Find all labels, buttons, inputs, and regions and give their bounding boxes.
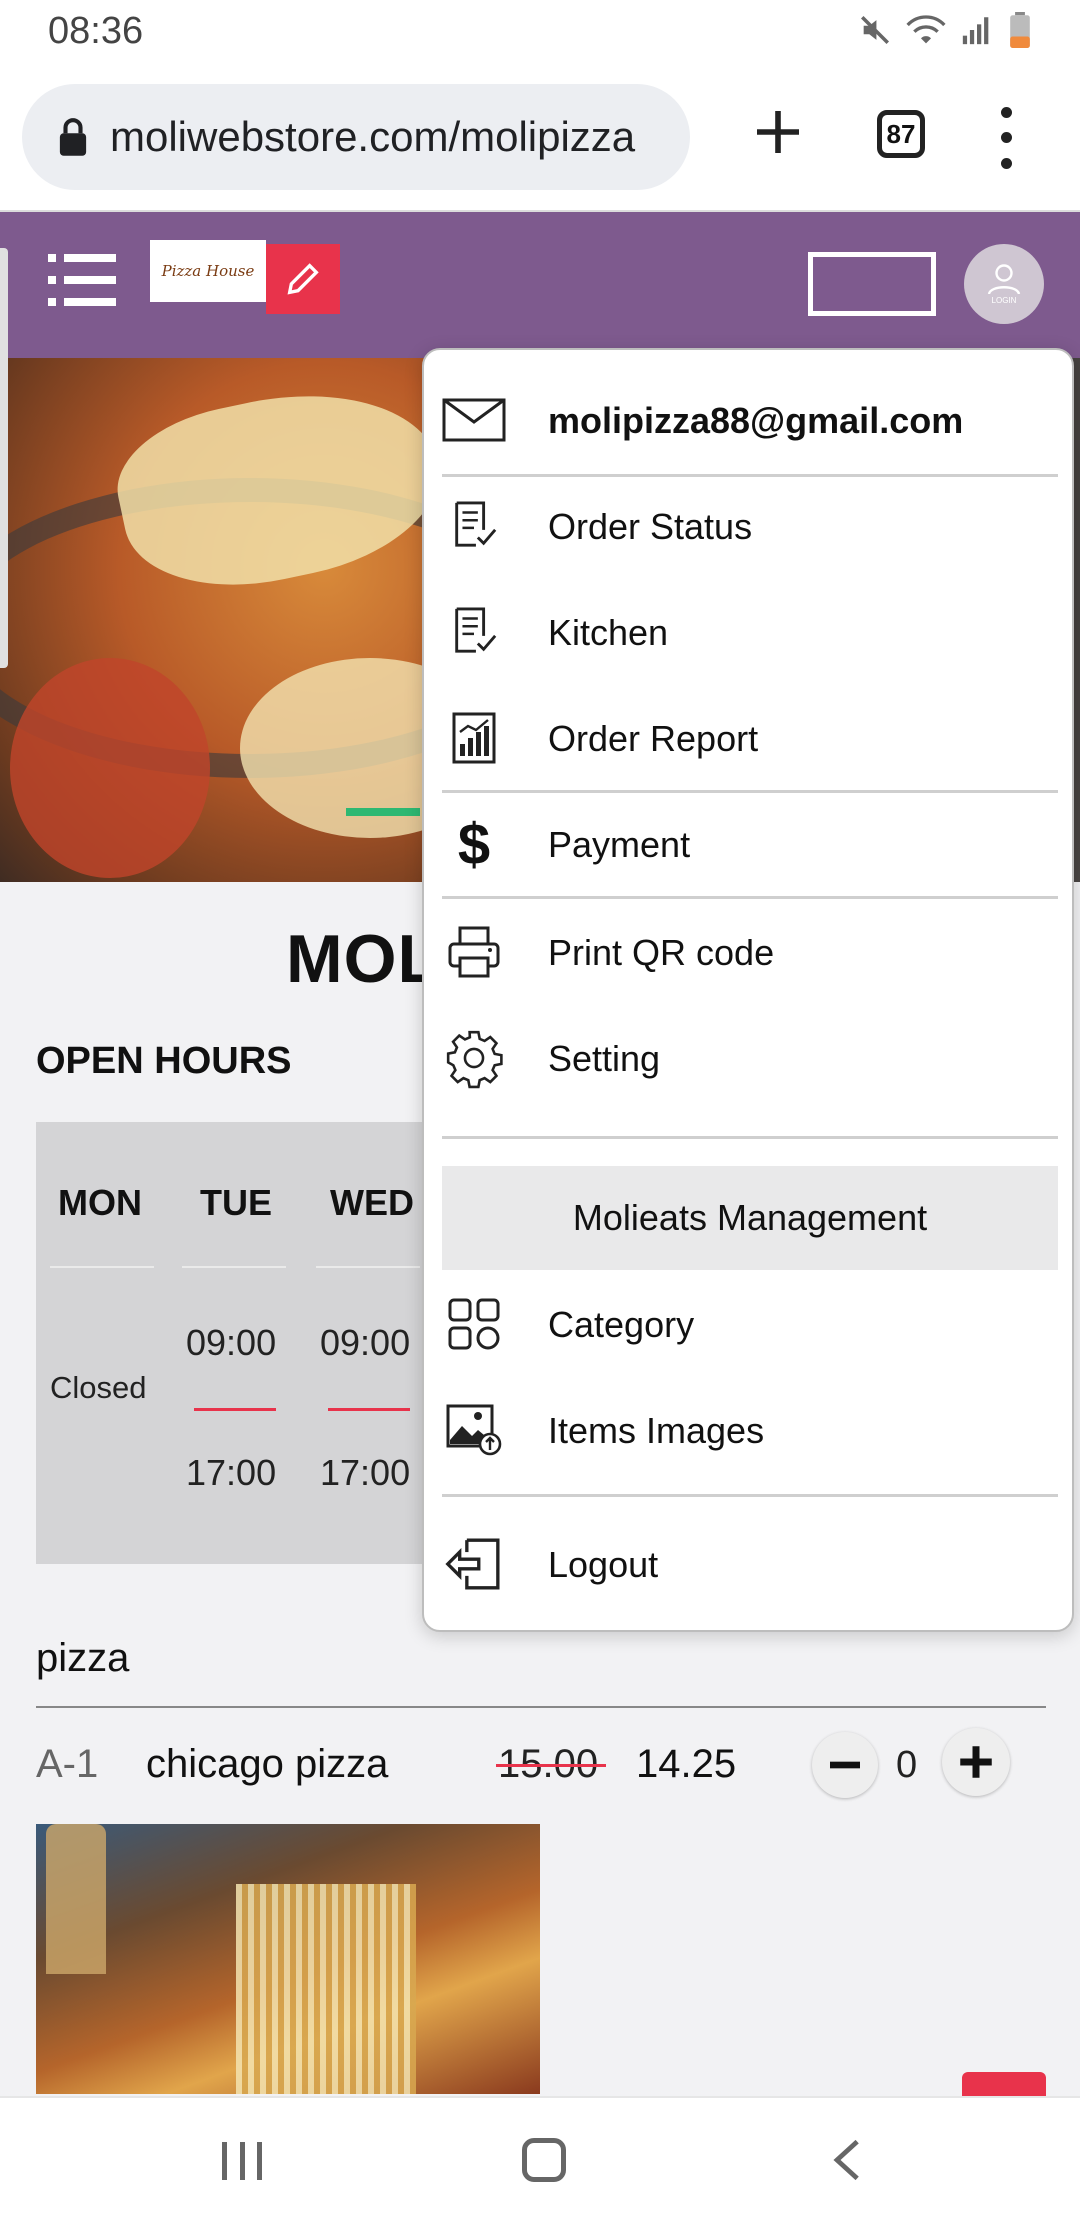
report-chart-icon: [442, 706, 506, 770]
header-outline-button[interactable]: [808, 252, 936, 316]
category-title: pizza: [36, 1636, 130, 1680]
item-image[interactable]: [36, 1824, 540, 2094]
day-header-tue: TUE: [200, 1182, 272, 1223]
menu-item-logout[interactable]: Logout: [424, 1514, 1072, 1614]
quantity-increase-button[interactable]: [942, 1728, 1010, 1796]
tab-switcher-button[interactable]: 87: [877, 110, 925, 158]
hours-mon-closed: Closed: [50, 1370, 147, 1405]
side-drawer-edge[interactable]: [0, 248, 8, 668]
quantity-decrease-button[interactable]: [812, 1732, 878, 1798]
gear-icon: [442, 1026, 506, 1090]
browser-menu-button[interactable]: [990, 100, 1022, 176]
hours-tue-close: 17:00: [186, 1452, 277, 1493]
item-price: 14.25: [636, 1742, 737, 1786]
item-code: A-1: [36, 1742, 99, 1786]
menu-item-category[interactable]: Category: [424, 1274, 1072, 1374]
menu-item-order-status[interactable]: Order Status: [424, 476, 1072, 576]
day-header-mon: MON: [58, 1182, 142, 1223]
store-title: MOL: [286, 921, 441, 997]
status-icons: [858, 12, 1032, 48]
day-header-wed: WED: [330, 1182, 414, 1223]
status-bar: 08:36: [0, 0, 1080, 64]
management-section-header: Molieats Management: [442, 1166, 1058, 1270]
home-button[interactable]: [522, 2138, 566, 2182]
menu-item-label: Payment: [548, 824, 691, 865]
minus-icon: [830, 1761, 860, 1769]
account-dropdown-menu: molipizza88@gmail.com Order Status Kitch…: [422, 348, 1074, 1632]
new-tab-button[interactable]: [750, 104, 806, 160]
printer-icon: [442, 920, 506, 984]
hours-wed-close: 17:00: [320, 1452, 411, 1493]
signal-icon: [962, 17, 989, 45]
mute-icon: [860, 15, 890, 45]
battery-icon: [1010, 12, 1030, 48]
address-bar[interactable]: moliwebstore.com/molipizza: [22, 84, 690, 190]
carousel-indicator: [346, 808, 420, 816]
menu-item-print-qr[interactable]: Print QR code: [424, 902, 1072, 1002]
menu-item-label: Items Images: [548, 1410, 765, 1451]
logo-text: Pizza House: [161, 262, 255, 280]
quantity-value: 0: [896, 1744, 918, 1786]
menu-item-label: Order Report: [548, 718, 759, 759]
item-name[interactable]: chicago pizza: [146, 1742, 388, 1787]
browser-toolbar: moliwebstore.com/molipizza 87: [0, 64, 1080, 212]
status-time: 08:36: [48, 10, 144, 52]
menu-item-setting[interactable]: Setting: [424, 1008, 1072, 1108]
url-text: moliwebstore.com/molipizza: [110, 113, 636, 160]
menu-item-kitchen[interactable]: Kitchen: [424, 582, 1072, 682]
site-header: Pizza House LOGIN: [0, 212, 1080, 358]
price-strikethrough: [496, 1764, 606, 1767]
menu-item-label: Category: [548, 1304, 695, 1345]
order-status-icon: [442, 494, 506, 558]
image-upload-icon: [442, 1398, 506, 1462]
edit-button[interactable]: [266, 244, 340, 314]
menu-item-label: Order Status: [548, 506, 753, 547]
pencil-icon: [287, 263, 319, 295]
recent-apps-button[interactable]: [222, 2142, 262, 2180]
wifi-icon: [906, 15, 946, 44]
kitchen-icon: [442, 600, 506, 664]
hours-tue-open: 09:00: [186, 1322, 277, 1363]
menu-item-label: Setting: [548, 1038, 661, 1079]
open-hours-table: MON TUE WED Closed 09:00 17:00 09:00 17:…: [36, 1122, 436, 1564]
system-nav-bar: [0, 2096, 1080, 2220]
menu-email-label: molipizza88@gmail.com: [548, 400, 964, 441]
menu-item-label: Print QR code: [548, 932, 775, 973]
menu-item-order-report[interactable]: Order Report: [424, 688, 1072, 788]
lock-icon: [59, 118, 87, 156]
login-avatar-button[interactable]: LOGIN: [964, 244, 1044, 324]
floating-cart-button[interactable]: [962, 2072, 1046, 2096]
category-divider: [36, 1706, 1046, 1708]
dollar-icon: $: [457, 811, 491, 877]
envelope-icon: [442, 388, 506, 452]
menu-item-label: Logout: [548, 1544, 659, 1585]
login-label: LOGIN: [991, 295, 1017, 305]
store-logo[interactable]: Pizza House: [150, 240, 266, 302]
category-grid-icon: [442, 1292, 506, 1356]
back-button[interactable]: [828, 2138, 868, 2182]
hours-wed-open: 09:00: [320, 1322, 411, 1363]
menu-item-items-images[interactable]: Items Images: [424, 1380, 1072, 1480]
menu-email[interactable]: molipizza88@gmail.com: [424, 370, 1072, 470]
hamburger-menu-icon[interactable]: [48, 252, 116, 308]
menu-item-payment[interactable]: $ Payment: [424, 794, 1072, 894]
menu-item-label: Kitchen: [548, 612, 669, 653]
user-icon: [987, 263, 1021, 294]
plus-icon: [960, 1746, 992, 1778]
logout-icon: [442, 1532, 506, 1596]
open-hours-title: OPEN HOURS: [36, 1040, 292, 1082]
